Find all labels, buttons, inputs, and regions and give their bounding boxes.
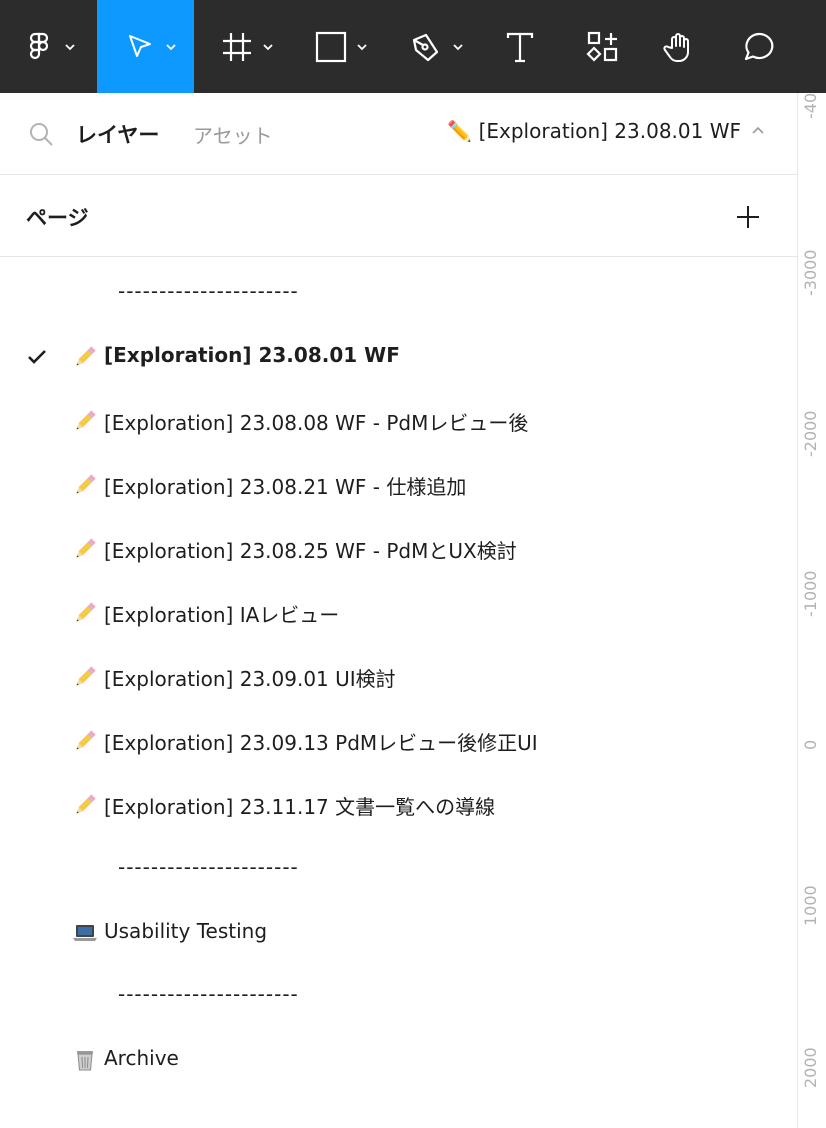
pages-header: ページ [0, 176, 797, 257]
page-item-label: [Exploration] 23.08.08 WF - PdMレビュー後 [104, 411, 529, 435]
rectangle-icon [315, 31, 347, 62]
figma-menu-button[interactable] [0, 0, 97, 93]
ruler-label: -2000 [801, 410, 820, 457]
ruler-label: 0 [801, 739, 820, 750]
laptop-icon [72, 920, 98, 946]
pencil-icon [72, 600, 98, 626]
pencil-icon [72, 344, 98, 370]
checkmark-icon [28, 350, 46, 364]
speech-bubble-icon [744, 32, 774, 60]
pencil-icon [72, 536, 98, 562]
page-item-label: [Exploration] 23.08.25 WF - PdMとUX検討 [104, 539, 517, 563]
page-item[interactable]: [Exploration] 23.09.01 UI検討 [0, 649, 797, 705]
page-item-label: [Exploration] 23.09.13 PdMレビュー後修正UI [104, 731, 538, 755]
chevron-down-icon [357, 43, 367, 50]
pencil-icon [72, 792, 98, 818]
pencil-icon [72, 664, 98, 690]
ruler-label: 2000 [801, 1046, 820, 1088]
chevron-down-icon [166, 43, 176, 50]
page-item-label: ---------------------- [118, 982, 299, 1006]
components-icon [586, 31, 618, 62]
search-icon[interactable] [28, 121, 54, 147]
page-item[interactable]: Usability Testing [0, 905, 797, 961]
comment-tool-button[interactable] [742, 0, 782, 93]
page-separator[interactable]: ---------------------- [0, 265, 797, 321]
page-item[interactable]: Archive [0, 1032, 797, 1088]
resources-tool-button[interactable] [586, 0, 626, 93]
pages-title: ページ [26, 206, 89, 230]
page-item-label: [Exploration] 23.11.17 文書一覧への導線 [104, 795, 496, 819]
toolbar [0, 0, 826, 93]
move-tool-button[interactable] [97, 0, 194, 93]
cursor-arrow-icon [129, 34, 151, 57]
page-item[interactable]: [Exploration] 23.11.17 文書一覧への導線 [0, 777, 797, 833]
current-page-label: ✏️ [Exploration] 23.08.01 WF [447, 119, 741, 143]
chevron-down-icon [65, 43, 75, 50]
page-item[interactable]: [Exploration] 23.09.13 PdMレビュー後修正UI [0, 713, 797, 769]
panel-tabs: レイヤー アセット ✏️ [Exploration] 23.08.01 WF [0, 93, 797, 175]
pencil-icon [72, 408, 98, 434]
page-item[interactable]: [Exploration] IAレビュー [0, 585, 797, 641]
ruler-label: -4000 [801, 93, 820, 119]
pencil-icon [72, 472, 98, 498]
page-item[interactable]: [Exploration] 23.08.25 WF - PdMとUX検討 [0, 521, 797, 577]
page-item-label: ---------------------- [118, 279, 299, 303]
tab-layers[interactable]: レイヤー [76, 119, 159, 149]
shape-tool-button[interactable] [314, 0, 384, 93]
page-item-label: [Exploration] IAレビュー [104, 603, 340, 627]
ruler-label: 1000 [801, 884, 820, 926]
page-item-label: Archive [104, 1046, 179, 1070]
figma-logo-icon [29, 32, 49, 59]
page-item[interactable]: [Exploration] 23.08.08 WF - PdMレビュー後 [0, 393, 797, 449]
hand-tool-button[interactable] [662, 0, 702, 93]
text-T-icon [506, 32, 534, 62]
page-item[interactable]: [Exploration] 23.08.01 WF [0, 329, 797, 385]
chevron-down-icon [263, 43, 273, 50]
pencil-icon [72, 728, 98, 754]
frame-hash-icon [223, 32, 251, 61]
trash-can-icon [72, 1047, 98, 1073]
page-item-label: ---------------------- [118, 855, 299, 879]
page-separator[interactable]: ---------------------- [0, 968, 797, 1024]
pen-nib-icon [412, 33, 439, 61]
text-tool-button[interactable] [503, 0, 543, 93]
tab-assets[interactable]: アセット [193, 120, 273, 149]
ruler-label: -3000 [801, 249, 820, 296]
page-item-label: [Exploration] 23.08.21 WF - 仕様追加 [104, 475, 467, 499]
page-separator[interactable]: ---------------------- [0, 841, 797, 897]
hand-icon [663, 32, 689, 62]
page-item-label: Usability Testing [104, 919, 268, 943]
pen-tool-button[interactable] [410, 0, 480, 93]
page-item-label: [Exploration] 23.09.01 UI検討 [104, 667, 396, 691]
add-page-plus-icon[interactable] [734, 203, 762, 231]
page-item[interactable]: [Exploration] 23.08.21 WF - 仕様追加 [0, 457, 797, 513]
current-page-switcher[interactable]: ✏️ [Exploration] 23.08.01 WF [447, 119, 765, 143]
left-panel: レイヤー アセット ✏️ [Exploration] 23.08.01 WF ペ… [0, 93, 797, 1128]
page-item-label: [Exploration] 23.08.01 WF [104, 343, 400, 367]
ruler-label: -1000 [801, 570, 820, 617]
chevron-up-icon [752, 126, 764, 134]
chevron-down-icon [453, 43, 463, 50]
vertical-ruler: -4000 -3000 -2000 -1000 0 1000 2000 [797, 93, 826, 1128]
frame-tool-button[interactable] [220, 0, 290, 93]
